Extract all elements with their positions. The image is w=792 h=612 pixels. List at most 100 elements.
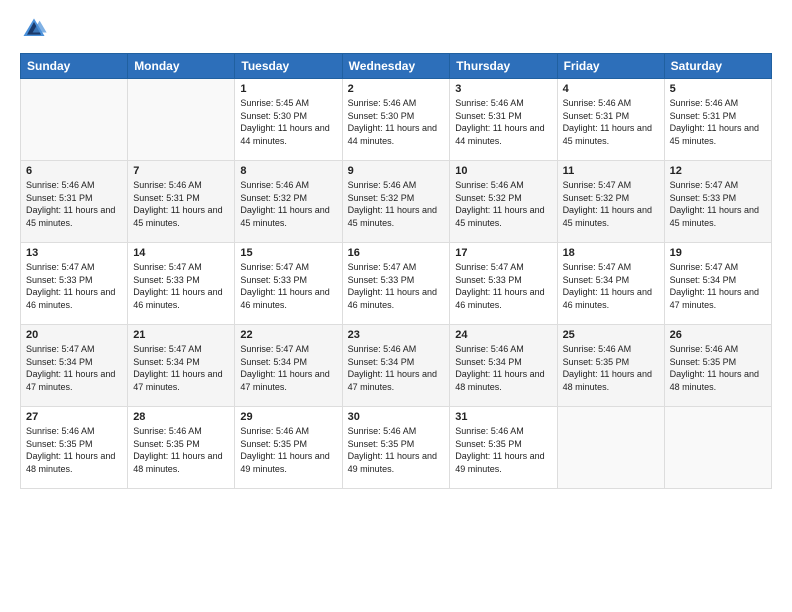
day-content: Sunrise: 5:47 AMSunset: 5:34 PMDaylight:… [240, 343, 336, 393]
day-content: Sunrise: 5:46 AMSunset: 5:32 PMDaylight:… [240, 179, 336, 229]
table-row: 15Sunrise: 5:47 AMSunset: 5:33 PMDayligh… [235, 243, 342, 325]
day-content: Sunrise: 5:47 AMSunset: 5:33 PMDaylight:… [455, 261, 551, 311]
table-row [128, 79, 235, 161]
day-content: Sunrise: 5:46 AMSunset: 5:31 PMDaylight:… [563, 97, 659, 147]
table-row: 8 Sunrise: 5:46 AMSunset: 5:32 PMDaylight… [235, 161, 342, 243]
table-row: 31Sunrise: 5:46 AMSunset: 5:35 PMDayligh… [450, 407, 557, 489]
day-number: 4 [563, 83, 659, 95]
day-content: Sunrise: 5:46 AMSunset: 5:31 PMDaylight:… [455, 97, 551, 147]
table-row: 30 Sunrise: 5:46 AMSunset: 5:35 PMDayligh… [342, 407, 450, 489]
day-content: Sunrise: 5:47 AMSunset: 5:32 PMDaylight:… [563, 179, 659, 229]
day-number: 29 [240, 411, 336, 423]
day-number: 12 [670, 165, 766, 177]
day-number: 27 [26, 411, 122, 423]
day-content: Sunrise: 5:47 AMSunset: 5:34 PMDaylight:… [26, 343, 122, 393]
day-number: 9 [348, 165, 445, 177]
logo-icon [20, 15, 48, 43]
day-number: 23 [348, 329, 445, 341]
table-row: 10Sunrise: 5:46 AMSunset: 5:32 PMDayligh… [450, 161, 557, 243]
col-sunday: Sunday [21, 54, 128, 79]
col-friday: Friday [557, 54, 664, 79]
day-content: Sunrise: 5:46 AMSunset: 5:34 PMDaylight:… [455, 343, 551, 393]
calendar-week-row: 20 Sunrise: 5:47 AMSunset: 5:34 PMDayligh… [21, 325, 772, 407]
table-row: 23Sunrise: 5:46 AMSunset: 5:34 PMDayligh… [342, 325, 450, 407]
table-row: 3 Sunrise: 5:46 AMSunset: 5:31 PMDaylight… [450, 79, 557, 161]
calendar-week-row: 6 Sunrise: 5:46 AMSunset: 5:31 PMDaylight… [21, 161, 772, 243]
day-content: Sunrise: 5:46 AMSunset: 5:35 PMDaylight:… [240, 425, 336, 475]
table-row: 7 Sunrise: 5:46 AMSunset: 5:31 PMDaylight… [128, 161, 235, 243]
day-number: 11 [563, 165, 659, 177]
table-row: 22 Sunrise: 5:47 AMSunset: 5:34 PMDayligh… [235, 325, 342, 407]
calendar-week-row: 13 Sunrise: 5:47 AMSunset: 5:33 PMDayligh… [21, 243, 772, 325]
table-row [21, 79, 128, 161]
table-row: 16 Sunrise: 5:47 AMSunset: 5:33 PMDayligh… [342, 243, 450, 325]
table-row: 28 Sunrise: 5:46 AMSunset: 5:35 PMDayligh… [128, 407, 235, 489]
day-number: 21 [133, 329, 229, 341]
calendar: Sunday Monday Tuesday Wednesday Thursday… [20, 53, 772, 489]
day-content: Sunrise: 5:47 AMSunset: 5:33 PMDaylight:… [348, 261, 445, 311]
day-number: 26 [670, 329, 766, 341]
day-number: 20 [26, 329, 122, 341]
day-content: Sunrise: 5:46 AMSunset: 5:35 PMDaylight:… [133, 425, 229, 475]
table-row [557, 407, 664, 489]
day-content: Sunrise: 5:47 AMSunset: 5:34 PMDaylight:… [133, 343, 229, 393]
day-content: Sunrise: 5:46 AMSunset: 5:31 PMDaylight:… [26, 179, 122, 229]
day-number: 10 [455, 165, 551, 177]
day-content: Sunrise: 5:47 AMSunset: 5:34 PMDaylight:… [670, 261, 766, 311]
day-number: 3 [455, 83, 551, 95]
day-number: 17 [455, 247, 551, 259]
day-number: 25 [563, 329, 659, 341]
day-content: Sunrise: 5:47 AMSunset: 5:33 PMDaylight:… [133, 261, 229, 311]
table-row: 24 Sunrise: 5:46 AMSunset: 5:34 PMDayligh… [450, 325, 557, 407]
day-number: 13 [26, 247, 122, 259]
col-tuesday: Tuesday [235, 54, 342, 79]
day-number: 1 [240, 83, 336, 95]
day-content: Sunrise: 5:46 AMSunset: 5:35 PMDaylight:… [348, 425, 445, 475]
table-row: 29 Sunrise: 5:46 AMSunset: 5:35 PMDayligh… [235, 407, 342, 489]
day-content: Sunrise: 5:46 AMSunset: 5:32 PMDaylight:… [348, 179, 445, 229]
day-number: 28 [133, 411, 229, 423]
day-content: Sunrise: 5:47 AMSunset: 5:33 PMDaylight:… [670, 179, 766, 229]
day-number: 24 [455, 329, 551, 341]
day-content: Sunrise: 5:46 AMSunset: 5:35 PMDaylight:… [455, 425, 551, 475]
day-number: 18 [563, 247, 659, 259]
table-row: 13 Sunrise: 5:47 AMSunset: 5:33 PMDayligh… [21, 243, 128, 325]
table-row: 18 Sunrise: 5:47 AMSunset: 5:34 PMDayligh… [557, 243, 664, 325]
day-number: 30 [348, 411, 445, 423]
table-row: 17 Sunrise: 5:47 AMSunset: 5:33 PMDayligh… [450, 243, 557, 325]
day-number: 19 [670, 247, 766, 259]
table-row: 25 Sunrise: 5:46 AMSunset: 5:35 PMDayligh… [557, 325, 664, 407]
day-content: Sunrise: 5:46 AMSunset: 5:35 PMDaylight:… [26, 425, 122, 475]
col-saturday: Saturday [664, 54, 771, 79]
col-monday: Monday [128, 54, 235, 79]
day-number: 7 [133, 165, 229, 177]
page-header [20, 15, 772, 43]
table-row: 6 Sunrise: 5:46 AMSunset: 5:31 PMDaylight… [21, 161, 128, 243]
day-content: Sunrise: 5:47 AMSunset: 5:33 PMDaylight:… [26, 261, 122, 311]
table-row: 21 Sunrise: 5:47 AMSunset: 5:34 PMDayligh… [128, 325, 235, 407]
day-content: Sunrise: 5:46 AMSunset: 5:30 PMDaylight:… [348, 97, 445, 147]
day-number: 6 [26, 165, 122, 177]
table-row: 12 Sunrise: 5:47 AMSunset: 5:33 PMDayligh… [664, 161, 771, 243]
table-row: 19 Sunrise: 5:47 AMSunset: 5:34 PMDayligh… [664, 243, 771, 325]
day-content: Sunrise: 5:46 AMSunset: 5:35 PMDaylight:… [670, 343, 766, 393]
day-content: Sunrise: 5:46 AMSunset: 5:31 PMDaylight:… [133, 179, 229, 229]
day-number: 22 [240, 329, 336, 341]
day-content: Sunrise: 5:47 AMSunset: 5:33 PMDaylight:… [240, 261, 336, 311]
day-number: 16 [348, 247, 445, 259]
table-row: 11 Sunrise: 5:47 AMSunset: 5:32 PMDayligh… [557, 161, 664, 243]
table-row: 5Sunrise: 5:46 AMSunset: 5:31 PMDaylight… [664, 79, 771, 161]
table-row: 1 Sunrise: 5:45 AMSunset: 5:30 PMDaylight… [235, 79, 342, 161]
table-row [664, 407, 771, 489]
table-row: 14Sunrise: 5:47 AMSunset: 5:33 PMDayligh… [128, 243, 235, 325]
day-content: Sunrise: 5:46 AMSunset: 5:35 PMDaylight:… [563, 343, 659, 393]
calendar-week-row: 27 Sunrise: 5:46 AMSunset: 5:35 PMDayligh… [21, 407, 772, 489]
col-thursday: Thursday [450, 54, 557, 79]
logo [20, 15, 50, 43]
day-content: Sunrise: 5:45 AMSunset: 5:30 PMDaylight:… [240, 97, 336, 147]
day-number: 2 [348, 83, 445, 95]
day-content: Sunrise: 5:47 AMSunset: 5:34 PMDaylight:… [563, 261, 659, 311]
calendar-header-row: Sunday Monday Tuesday Wednesday Thursday… [21, 54, 772, 79]
table-row: 26 Sunrise: 5:46 AMSunset: 5:35 PMDayligh… [664, 325, 771, 407]
day-number: 8 [240, 165, 336, 177]
